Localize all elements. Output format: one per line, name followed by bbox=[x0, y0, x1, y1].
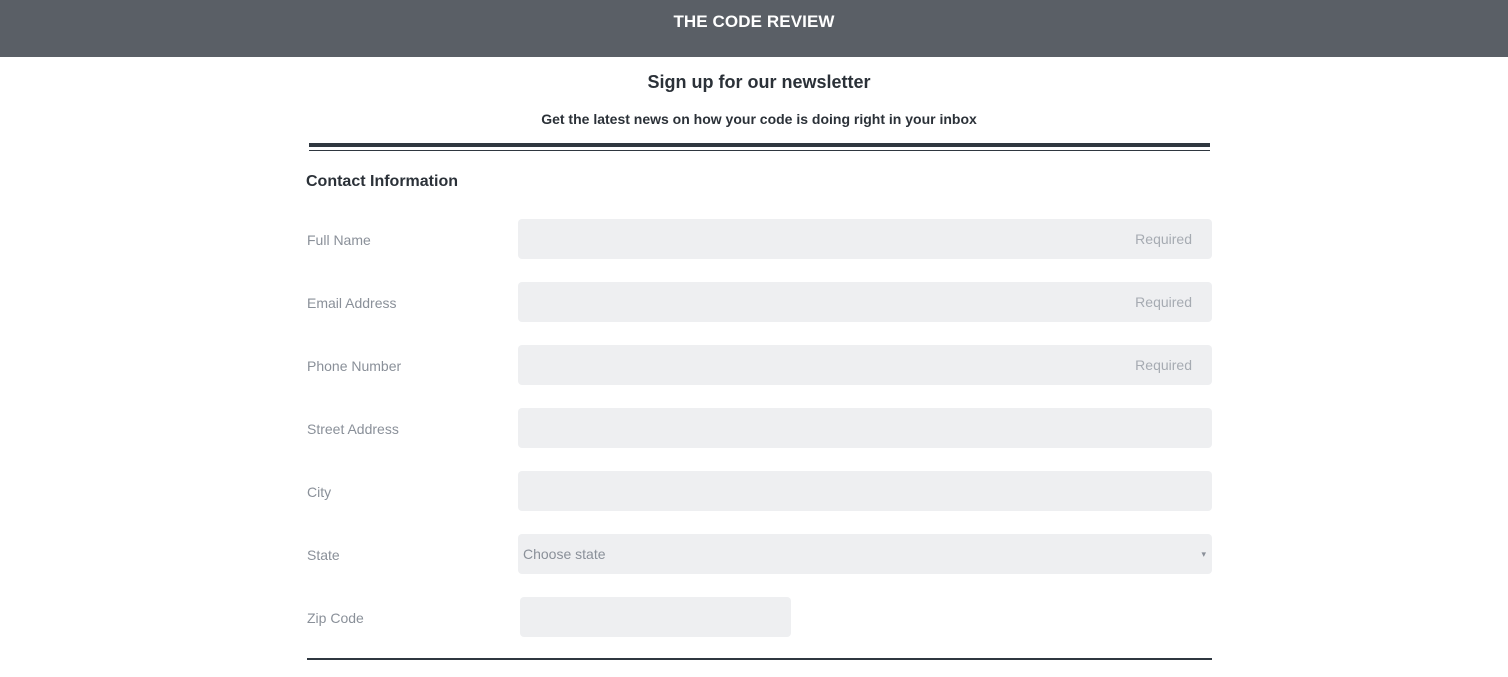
street-address-input[interactable] bbox=[518, 408, 1212, 448]
state-selected-value: Choose state bbox=[523, 546, 606, 562]
zip-code-input[interactable] bbox=[520, 597, 791, 637]
newsletter-subtitle: Get the latest news on how your code is … bbox=[541, 111, 977, 127]
street-address-label: Street Address bbox=[307, 421, 399, 437]
state-select[interactable]: Choose state ▾ bbox=[518, 534, 1212, 574]
city-input[interactable] bbox=[518, 471, 1212, 511]
email-address-input[interactable] bbox=[518, 282, 1212, 322]
top-bar: THE CODE REVIEW bbox=[0, 0, 1508, 57]
header-divider-thin bbox=[309, 150, 1210, 151]
site-title[interactable]: THE CODE REVIEW bbox=[673, 12, 834, 32]
city-label: City bbox=[307, 484, 332, 500]
chevron-down-icon: ▾ bbox=[1201, 549, 1206, 559]
zip-code-label: Zip Code bbox=[307, 610, 364, 626]
contact-information-heading: Contact Information bbox=[306, 173, 458, 190]
email-address-label: Email Address bbox=[307, 295, 397, 311]
phone-number-label: Phone Number bbox=[307, 358, 402, 374]
state-label: State bbox=[307, 547, 340, 563]
newsletter-title: Sign up for our newsletter bbox=[647, 72, 871, 92]
full-name-label: Full Name bbox=[307, 232, 371, 248]
full-name-input[interactable] bbox=[518, 219, 1212, 259]
form-bottom-divider bbox=[307, 658, 1212, 660]
header-divider-thick bbox=[309, 143, 1210, 147]
phone-number-input[interactable] bbox=[518, 345, 1212, 385]
